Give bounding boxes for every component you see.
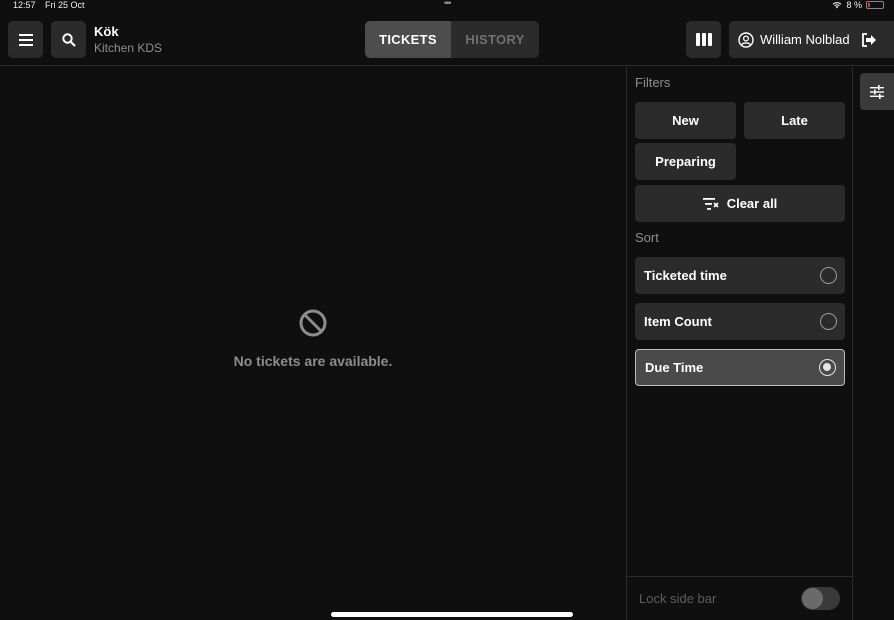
lock-sidebar-row: Lock side bar	[627, 576, 852, 620]
empty-message: No tickets are available.	[233, 353, 393, 369]
filter-sidebar: Filters New Late Preparing Clear all Sor…	[626, 67, 853, 620]
lock-sidebar-label: Lock side bar	[639, 591, 717, 606]
sliders-icon	[870, 84, 884, 99]
user-menu[interactable]: William Nolblad	[729, 21, 894, 58]
sort-option-label: Ticketed time	[644, 268, 727, 283]
radio-button[interactable]	[820, 267, 837, 284]
toggle-knob	[802, 588, 823, 609]
hamburger-icon	[18, 33, 33, 46]
multitask-dots[interactable]: •••	[444, 0, 452, 8]
clear-filter-icon	[702, 197, 719, 210]
user-avatar-icon	[738, 31, 754, 48]
no-tickets-icon	[299, 309, 327, 337]
sort-option-label: Item Count	[644, 314, 712, 329]
filter-preparing-button[interactable]: Preparing	[635, 143, 736, 180]
battery-icon	[866, 1, 884, 9]
radio-button-selected[interactable]	[819, 359, 836, 376]
home-indicator[interactable]	[331, 612, 573, 617]
sort-heading: Sort	[635, 230, 659, 245]
user-name: William Nolblad	[760, 32, 850, 47]
filter-late-button[interactable]: Late	[744, 102, 845, 139]
tab-history[interactable]: HISTORY	[451, 21, 539, 58]
logout-icon[interactable]	[861, 32, 877, 47]
radio-button[interactable]	[820, 313, 837, 330]
columns-view-button[interactable]	[686, 21, 721, 58]
filter-panel-button[interactable]	[860, 73, 894, 110]
store-subtitle: Kitchen KDS	[94, 41, 163, 55]
status-bar: 12:57 Fri 25 Oct ••• 8 %	[0, 0, 894, 10]
filters-heading: Filters	[635, 75, 671, 90]
search-icon	[61, 32, 76, 47]
sort-option-item-count[interactable]: Item Count	[635, 303, 845, 340]
clear-all-button[interactable]: Clear all	[635, 185, 845, 222]
sort-option-label: Due Time	[645, 360, 704, 375]
view-tabs: TICKETS HISTORY	[365, 21, 539, 58]
store-name: Kök	[94, 24, 119, 39]
status-time: 12:57	[13, 0, 36, 10]
ticket-area: No tickets are available.	[0, 67, 626, 620]
sort-option-ticketed-time[interactable]: Ticketed time	[635, 257, 845, 294]
store-info: Kök Kitchen KDS	[94, 24, 162, 55]
top-bar: Kök Kitchen KDS TICKETS HISTORY William …	[0, 10, 894, 66]
tab-tickets[interactable]: TICKETS	[365, 21, 451, 58]
sidebar-rail	[853, 67, 894, 620]
columns-icon	[695, 33, 712, 46]
status-date: Fri 25 Oct	[45, 0, 85, 10]
empty-state: No tickets are available.	[0, 308, 626, 369]
filter-new-button[interactable]: New	[635, 102, 736, 139]
search-button[interactable]	[51, 21, 86, 58]
menu-button[interactable]	[8, 21, 43, 58]
clear-all-label: Clear all	[726, 196, 778, 211]
lock-sidebar-toggle[interactable]	[801, 587, 840, 610]
wifi-icon	[833, 2, 842, 9]
sort-option-due-time[interactable]: Due Time	[635, 349, 845, 386]
battery-percent: 8 %	[846, 0, 862, 10]
